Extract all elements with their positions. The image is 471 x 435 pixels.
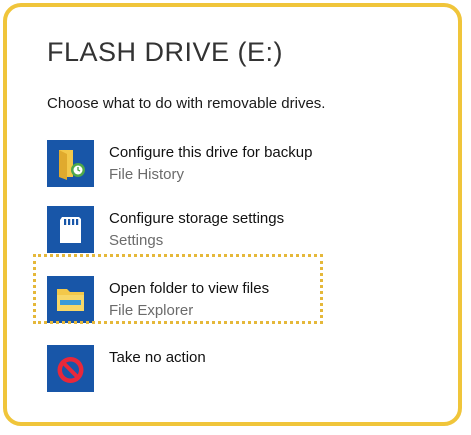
highlight-outline: [33, 254, 323, 324]
file-history-icon: [47, 140, 94, 187]
option-configure-backup[interactable]: Configure this drive for backup File His…: [47, 140, 367, 190]
option-label: Configure this drive for backup: [109, 144, 313, 161]
sd-card-icon: [47, 206, 94, 253]
no-action-icon: [47, 345, 94, 392]
option-label: Take no action: [109, 349, 206, 366]
option-app-name: File History: [109, 166, 185, 183]
option-label: Configure storage settings: [109, 210, 285, 227]
dialog-subtitle: Choose what to do with removable drives.: [47, 95, 326, 112]
option-app-name: Settings: [109, 232, 164, 249]
dialog-title: FLASH DRIVE (E:): [47, 37, 284, 67]
option-configure-storage[interactable]: Configure storage settings Settings: [47, 206, 367, 256]
option-take-no-action[interactable]: Take no action: [47, 345, 367, 395]
